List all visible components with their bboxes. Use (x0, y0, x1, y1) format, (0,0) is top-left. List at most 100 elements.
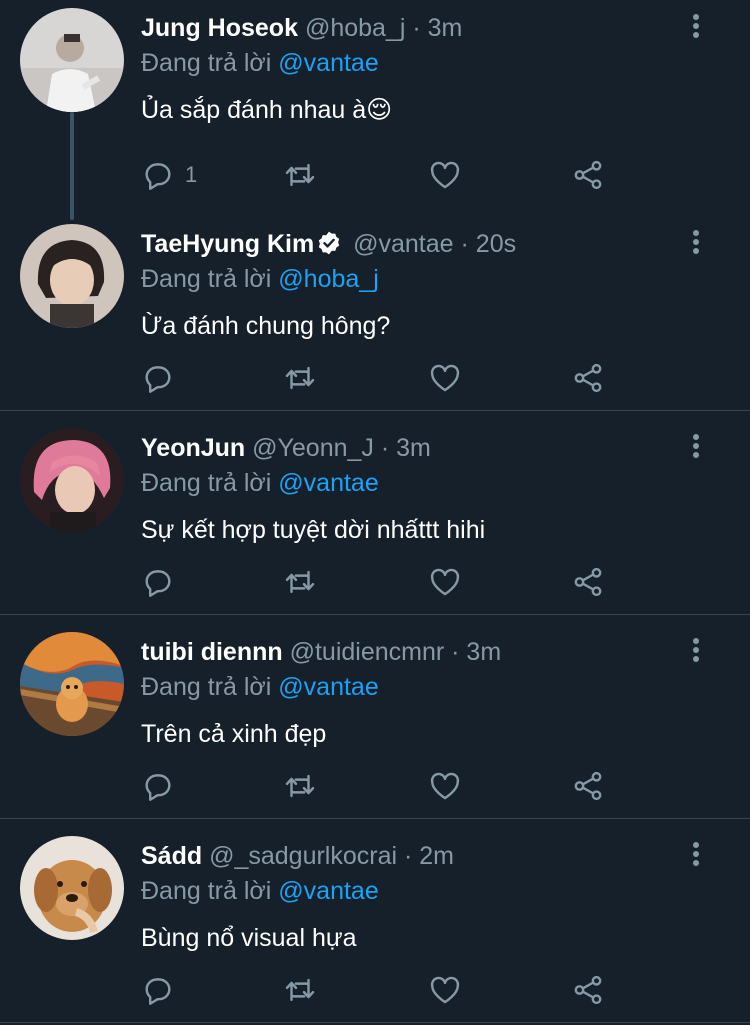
mention-link[interactable]: @vantae (278, 469, 378, 497)
avatar[interactable] (20, 428, 124, 532)
replying-to-line: Đang trả lời @vantae (141, 670, 710, 704)
share-icon (574, 975, 602, 1005)
tweet-divider (0, 818, 750, 819)
heart-icon (430, 568, 460, 596)
like-button[interactable] (428, 562, 462, 602)
tweet-header: Jung Hoseok @hoba_j · 3m (141, 10, 710, 46)
reply-icon (145, 774, 171, 801)
retweet-button[interactable] (283, 970, 317, 1010)
separator-dot: · (405, 14, 428, 42)
share-button[interactable] (571, 358, 605, 398)
verified-badge-icon (318, 231, 340, 255)
mention-link[interactable]: @hoba_j (278, 265, 378, 293)
display-name[interactable]: tuibi diennn (141, 638, 283, 666)
mention-link[interactable]: @vantae (278, 49, 378, 77)
avatar[interactable] (20, 632, 124, 736)
display-name[interactable]: YeonJun (141, 434, 245, 462)
reply-button[interactable]: 1 (141, 155, 197, 195)
display-name[interactable]: Jung Hoseok (141, 14, 298, 42)
replying-prefix: Đang trả lời (141, 265, 272, 293)
tweet[interactable]: tuibi diennn @tuidiencmnr · 3m Đang trả … (0, 624, 750, 818)
more-options-icon[interactable] (692, 842, 700, 868)
tweet-divider (0, 1022, 750, 1023)
tweet-text: Sự kết hợp tuyệt dời nhấttt hihi (141, 516, 486, 544)
user-handle[interactable]: @hoba_j (305, 14, 405, 42)
replying-prefix: Đang trả lời (141, 469, 272, 497)
tweet[interactable]: YeonJun @Yeonn_J · 3m Đang trả lời @vant… (0, 420, 750, 614)
retweet-button[interactable] (283, 155, 317, 195)
tweet-actions: 1 (141, 155, 611, 195)
like-button[interactable] (428, 766, 462, 806)
timestamp[interactable]: 3m (396, 434, 431, 462)
reply-button[interactable] (141, 766, 175, 806)
retweet-icon (285, 366, 315, 390)
timestamp[interactable]: 3m (428, 14, 463, 42)
more-options-icon[interactable] (692, 434, 700, 460)
separator-dot: · (373, 434, 397, 462)
mention-link[interactable]: @vantae (278, 673, 378, 701)
user-handle[interactable]: @_sadgurlkocrai (209, 842, 397, 870)
tweet[interactable]: Sádd @_sadgurlkocrai · 2m Đang trả lời @… (0, 828, 750, 1022)
tweet[interactable]: Jung Hoseok @hoba_j · 3m Đang trả lời @v… (0, 0, 750, 204)
like-button[interactable] (428, 970, 462, 1010)
tweet-text: Ừa đánh chung hông? (141, 312, 391, 340)
user-handle[interactable]: @vantae (353, 230, 453, 258)
retweet-button[interactable] (283, 766, 317, 806)
avatar[interactable] (20, 836, 124, 940)
heart-icon (430, 772, 460, 800)
tweet-header: Sádd @_sadgurlkocrai · 2m (141, 838, 710, 874)
share-button[interactable] (571, 562, 605, 602)
retweet-button[interactable] (283, 358, 317, 398)
timestamp[interactable]: 3m (466, 638, 501, 666)
like-button[interactable] (428, 155, 462, 195)
tweet-header: YeonJun @Yeonn_J · 3m (141, 430, 710, 466)
replying-to-line: Đang trả lời @vantae (141, 46, 710, 80)
tweet-actions (141, 358, 611, 398)
retweet-button[interactable] (283, 562, 317, 602)
heart-icon (430, 161, 460, 189)
reply-button[interactable] (141, 358, 175, 398)
tweet-text: Ủa sắp đánh nhau à😌 (141, 96, 393, 124)
tweet-text: Bùng nổ visual hựa (141, 924, 357, 952)
share-icon (574, 160, 602, 190)
heart-icon (430, 976, 460, 1004)
display-name[interactable]: TaeHyung Kim (141, 230, 314, 258)
share-button[interactable] (571, 970, 605, 1010)
retweet-icon (285, 163, 315, 187)
tweet[interactable]: TaeHyung Kim @vantae · 20s Đang trả lời … (0, 215, 750, 410)
share-icon (574, 567, 602, 597)
reply-icon (145, 570, 171, 597)
timestamp[interactable]: 2m (419, 842, 454, 870)
separator-dot: · (444, 638, 467, 666)
more-options-icon[interactable] (692, 230, 700, 256)
retweet-icon (285, 978, 315, 1002)
avatar[interactable] (20, 8, 124, 112)
replying-to-line: Đang trả lời @vantae (141, 466, 710, 500)
timestamp[interactable]: 20s (476, 230, 516, 258)
tweet-actions (141, 562, 611, 602)
tweet-header: TaeHyung Kim @vantae · 20s (141, 226, 710, 262)
heart-icon (430, 364, 460, 392)
display-name[interactable]: Sádd (141, 842, 202, 870)
tweet-text: Trên cả xinh đẹp (141, 720, 327, 748)
share-button[interactable] (571, 766, 605, 806)
reply-feed: Jung Hoseok @hoba_j · 3m Đang trả lời @v… (0, 0, 750, 1025)
tweet-actions (141, 766, 611, 806)
user-handle[interactable]: @Yeonn_J (252, 434, 374, 462)
share-button[interactable] (571, 155, 605, 195)
reply-button[interactable] (141, 562, 175, 602)
tweet-divider (0, 614, 750, 615)
reply-icon (145, 978, 171, 1005)
replying-to-line: Đang trả lời @hoba_j (141, 262, 710, 296)
like-button[interactable] (428, 358, 462, 398)
separator-dot: · (453, 230, 476, 258)
user-handle[interactable]: @tuidiencmnr (290, 638, 445, 666)
mention-link[interactable]: @vantae (278, 877, 378, 905)
retweet-icon (285, 774, 315, 798)
retweet-icon (285, 570, 315, 594)
replying-prefix: Đang trả lời (141, 877, 272, 905)
reply-button[interactable] (141, 970, 175, 1010)
more-options-icon[interactable] (692, 14, 700, 40)
avatar[interactable] (20, 224, 124, 328)
more-options-icon[interactable] (692, 638, 700, 664)
